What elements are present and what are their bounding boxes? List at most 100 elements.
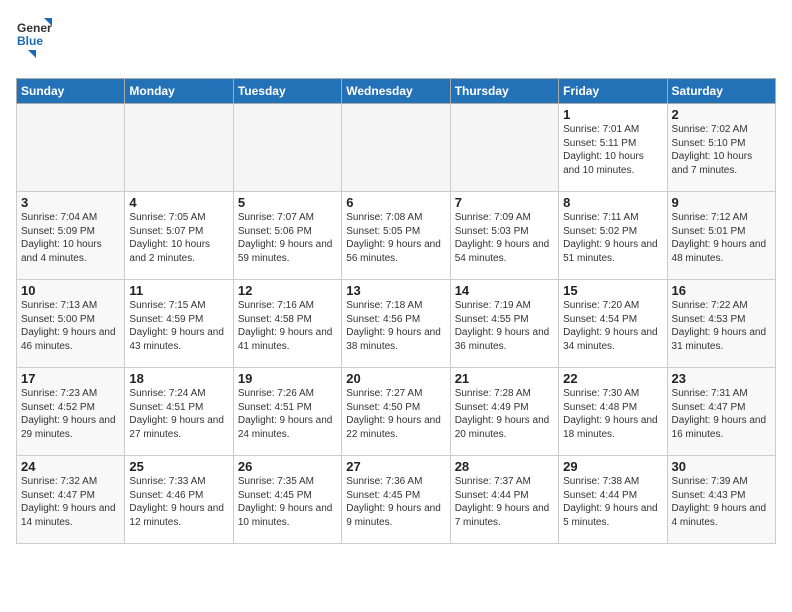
day-info: Sunrise: 7:05 AM Sunset: 5:07 PM Dayligh…	[129, 211, 228, 265]
day-number: 2	[672, 107, 771, 122]
calendar-cell	[17, 104, 125, 192]
calendar-cell	[450, 104, 558, 192]
day-info: Sunrise: 7:32 AM Sunset: 4:47 PM Dayligh…	[21, 475, 120, 529]
day-number: 11	[129, 283, 228, 298]
calendar-cell: 3Sunrise: 7:04 AM Sunset: 5:09 PM Daylig…	[17, 192, 125, 280]
day-number: 14	[455, 283, 554, 298]
calendar-cell: 17Sunrise: 7:23 AM Sunset: 4:52 PM Dayli…	[17, 368, 125, 456]
calendar-cell: 14Sunrise: 7:19 AM Sunset: 4:55 PM Dayli…	[450, 280, 558, 368]
day-info: Sunrise: 7:22 AM Sunset: 4:53 PM Dayligh…	[672, 299, 771, 353]
day-info: Sunrise: 7:26 AM Sunset: 4:51 PM Dayligh…	[238, 387, 337, 441]
day-info: Sunrise: 7:19 AM Sunset: 4:55 PM Dayligh…	[455, 299, 554, 353]
calendar-cell: 6Sunrise: 7:08 AM Sunset: 5:05 PM Daylig…	[342, 192, 450, 280]
day-info: Sunrise: 7:37 AM Sunset: 4:44 PM Dayligh…	[455, 475, 554, 529]
calendar-header-row: SundayMondayTuesdayWednesdayThursdayFrid…	[17, 79, 776, 104]
day-number: 8	[563, 195, 662, 210]
day-info: Sunrise: 7:15 AM Sunset: 4:59 PM Dayligh…	[129, 299, 228, 353]
day-info: Sunrise: 7:12 AM Sunset: 5:01 PM Dayligh…	[672, 211, 771, 265]
day-number: 27	[346, 459, 445, 474]
day-header-wednesday: Wednesday	[342, 79, 450, 104]
day-header-friday: Friday	[559, 79, 667, 104]
day-number: 16	[672, 283, 771, 298]
day-info: Sunrise: 7:24 AM Sunset: 4:51 PM Dayligh…	[129, 387, 228, 441]
calendar-cell: 4Sunrise: 7:05 AM Sunset: 5:07 PM Daylig…	[125, 192, 233, 280]
calendar-cell: 23Sunrise: 7:31 AM Sunset: 4:47 PM Dayli…	[667, 368, 775, 456]
calendar-cell: 25Sunrise: 7:33 AM Sunset: 4:46 PM Dayli…	[125, 456, 233, 544]
calendar-week-4: 17Sunrise: 7:23 AM Sunset: 4:52 PM Dayli…	[17, 368, 776, 456]
day-number: 10	[21, 283, 120, 298]
calendar-cell	[233, 104, 341, 192]
day-header-thursday: Thursday	[450, 79, 558, 104]
calendar-cell: 13Sunrise: 7:18 AM Sunset: 4:56 PM Dayli…	[342, 280, 450, 368]
day-number: 26	[238, 459, 337, 474]
day-info: Sunrise: 7:31 AM Sunset: 4:47 PM Dayligh…	[672, 387, 771, 441]
calendar-cell: 22Sunrise: 7:30 AM Sunset: 4:48 PM Dayli…	[559, 368, 667, 456]
day-number: 1	[563, 107, 662, 122]
day-number: 18	[129, 371, 228, 386]
day-info: Sunrise: 7:30 AM Sunset: 4:48 PM Dayligh…	[563, 387, 662, 441]
svg-text:Blue: Blue	[17, 34, 43, 48]
day-info: Sunrise: 7:27 AM Sunset: 4:50 PM Dayligh…	[346, 387, 445, 441]
calendar-cell: 9Sunrise: 7:12 AM Sunset: 5:01 PM Daylig…	[667, 192, 775, 280]
calendar-cell: 2Sunrise: 7:02 AM Sunset: 5:10 PM Daylig…	[667, 104, 775, 192]
header: General Blue	[16, 16, 776, 66]
day-info: Sunrise: 7:38 AM Sunset: 4:44 PM Dayligh…	[563, 475, 662, 529]
calendar-week-5: 24Sunrise: 7:32 AM Sunset: 4:47 PM Dayli…	[17, 456, 776, 544]
day-info: Sunrise: 7:18 AM Sunset: 4:56 PM Dayligh…	[346, 299, 445, 353]
calendar-cell: 27Sunrise: 7:36 AM Sunset: 4:45 PM Dayli…	[342, 456, 450, 544]
day-number: 5	[238, 195, 337, 210]
day-number: 7	[455, 195, 554, 210]
svg-text:General: General	[17, 21, 52, 35]
day-info: Sunrise: 7:35 AM Sunset: 4:45 PM Dayligh…	[238, 475, 337, 529]
day-info: Sunrise: 7:01 AM Sunset: 5:11 PM Dayligh…	[563, 123, 662, 177]
day-info: Sunrise: 7:11 AM Sunset: 5:02 PM Dayligh…	[563, 211, 662, 265]
day-number: 23	[672, 371, 771, 386]
day-header-tuesday: Tuesday	[233, 79, 341, 104]
calendar-cell: 18Sunrise: 7:24 AM Sunset: 4:51 PM Dayli…	[125, 368, 233, 456]
calendar-cell: 29Sunrise: 7:38 AM Sunset: 4:44 PM Dayli…	[559, 456, 667, 544]
calendar-cell	[125, 104, 233, 192]
day-info: Sunrise: 7:28 AM Sunset: 4:49 PM Dayligh…	[455, 387, 554, 441]
calendar-cell: 16Sunrise: 7:22 AM Sunset: 4:53 PM Dayli…	[667, 280, 775, 368]
day-number: 4	[129, 195, 228, 210]
day-info: Sunrise: 7:16 AM Sunset: 4:58 PM Dayligh…	[238, 299, 337, 353]
day-info: Sunrise: 7:09 AM Sunset: 5:03 PM Dayligh…	[455, 211, 554, 265]
calendar-cell: 24Sunrise: 7:32 AM Sunset: 4:47 PM Dayli…	[17, 456, 125, 544]
day-info: Sunrise: 7:04 AM Sunset: 5:09 PM Dayligh…	[21, 211, 120, 265]
calendar-cell: 28Sunrise: 7:37 AM Sunset: 4:44 PM Dayli…	[450, 456, 558, 544]
day-number: 24	[21, 459, 120, 474]
calendar-cell: 11Sunrise: 7:15 AM Sunset: 4:59 PM Dayli…	[125, 280, 233, 368]
day-info: Sunrise: 7:08 AM Sunset: 5:05 PM Dayligh…	[346, 211, 445, 265]
day-number: 19	[238, 371, 337, 386]
day-info: Sunrise: 7:33 AM Sunset: 4:46 PM Dayligh…	[129, 475, 228, 529]
calendar-cell: 30Sunrise: 7:39 AM Sunset: 4:43 PM Dayli…	[667, 456, 775, 544]
logo: General Blue	[16, 16, 52, 66]
day-info: Sunrise: 7:36 AM Sunset: 4:45 PM Dayligh…	[346, 475, 445, 529]
day-header-monday: Monday	[125, 79, 233, 104]
day-info: Sunrise: 7:02 AM Sunset: 5:10 PM Dayligh…	[672, 123, 771, 177]
day-number: 20	[346, 371, 445, 386]
calendar-cell: 8Sunrise: 7:11 AM Sunset: 5:02 PM Daylig…	[559, 192, 667, 280]
calendar-cell: 10Sunrise: 7:13 AM Sunset: 5:00 PM Dayli…	[17, 280, 125, 368]
calendar-table: SundayMondayTuesdayWednesdayThursdayFrid…	[16, 78, 776, 544]
calendar-week-2: 3Sunrise: 7:04 AM Sunset: 5:09 PM Daylig…	[17, 192, 776, 280]
day-number: 9	[672, 195, 771, 210]
calendar-week-3: 10Sunrise: 7:13 AM Sunset: 5:00 PM Dayli…	[17, 280, 776, 368]
day-header-sunday: Sunday	[17, 79, 125, 104]
day-number: 12	[238, 283, 337, 298]
calendar-cell: 1Sunrise: 7:01 AM Sunset: 5:11 PM Daylig…	[559, 104, 667, 192]
day-number: 21	[455, 371, 554, 386]
day-number: 28	[455, 459, 554, 474]
day-number: 6	[346, 195, 445, 210]
calendar-cell: 5Sunrise: 7:07 AM Sunset: 5:06 PM Daylig…	[233, 192, 341, 280]
day-number: 29	[563, 459, 662, 474]
day-info: Sunrise: 7:07 AM Sunset: 5:06 PM Dayligh…	[238, 211, 337, 265]
calendar-cell	[342, 104, 450, 192]
day-number: 15	[563, 283, 662, 298]
calendar-cell: 12Sunrise: 7:16 AM Sunset: 4:58 PM Dayli…	[233, 280, 341, 368]
calendar-cell: 19Sunrise: 7:26 AM Sunset: 4:51 PM Dayli…	[233, 368, 341, 456]
day-number: 30	[672, 459, 771, 474]
calendar-cell: 26Sunrise: 7:35 AM Sunset: 4:45 PM Dayli…	[233, 456, 341, 544]
calendar-cell: 21Sunrise: 7:28 AM Sunset: 4:49 PM Dayli…	[450, 368, 558, 456]
day-header-saturday: Saturday	[667, 79, 775, 104]
